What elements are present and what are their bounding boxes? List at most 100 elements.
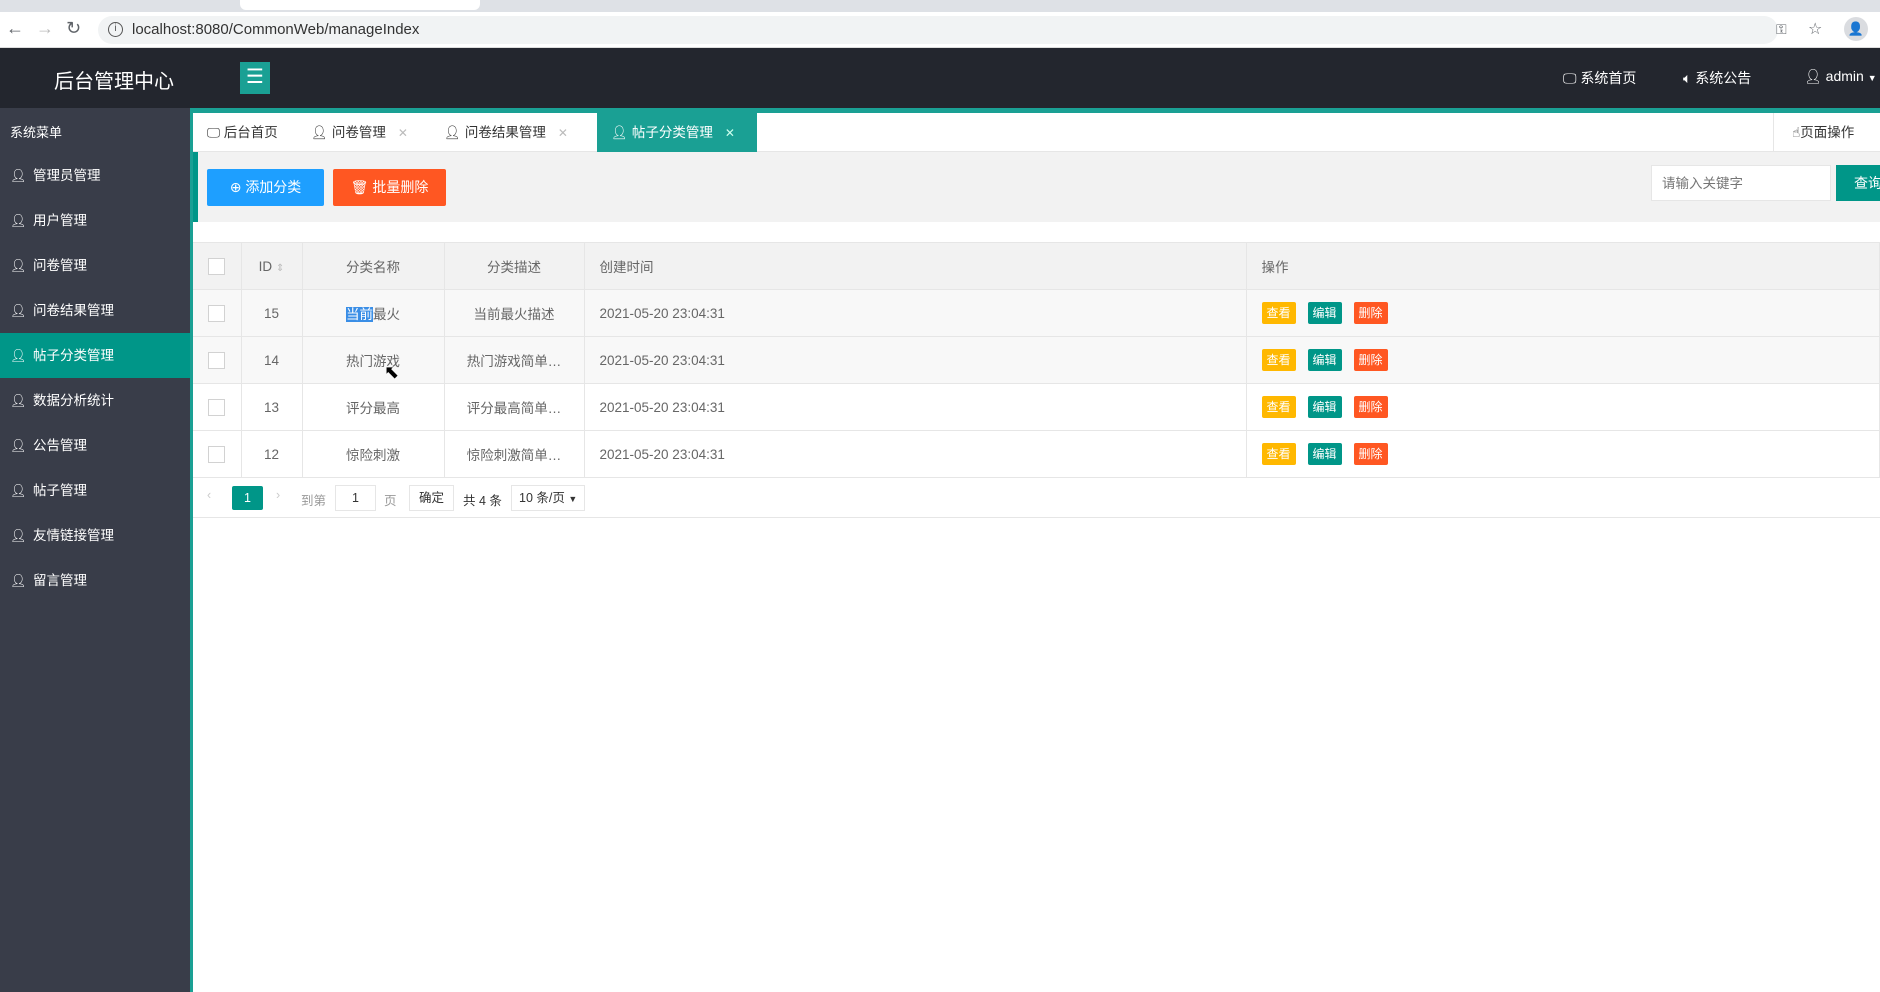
tab-post-category[interactable]: 👤︎ 帖子分类管理 ✕ bbox=[597, 113, 757, 152]
cell-actions: 查看 编辑 删除 bbox=[1246, 430, 1880, 478]
view-button[interactable]: 查看 bbox=[1261, 302, 1296, 324]
delete-button[interactable]: 删除 bbox=[1353, 443, 1388, 465]
key-icon[interactable]: ⚿ bbox=[1776, 21, 1787, 38]
table-row: 14 热门游戏 热门游戏简单… 2021-05-20 23:04:31 查看 编辑… bbox=[193, 336, 1880, 384]
app-title: 后台管理中心 bbox=[54, 71, 174, 93]
user-icon: 👤︎ bbox=[10, 573, 27, 588]
sort-icon[interactable]: ⇕ bbox=[276, 263, 284, 274]
speaker-icon: 🔈︎ bbox=[1683, 70, 1696, 86]
sidebar-item-label: 留言管理 bbox=[33, 573, 87, 588]
add-category-button[interactable]: ⊕ 添加分类 bbox=[207, 169, 324, 206]
row-checkbox[interactable] bbox=[208, 351, 226, 369]
view-button[interactable]: 查看 bbox=[1261, 349, 1296, 371]
table-header: ID ⇕ 分类名称 分类描述 创建时间 操作 bbox=[193, 242, 1880, 290]
prev-page-icon[interactable]: ‹ bbox=[207, 488, 211, 502]
cell-id: 12 bbox=[241, 430, 303, 478]
batch-delete-button[interactable]: 🗑︎ 批量删除 bbox=[333, 169, 446, 206]
cell-id: 14 bbox=[241, 336, 303, 384]
user-icon: 👤︎ bbox=[10, 213, 27, 228]
tab-label: 问卷管理 bbox=[331, 125, 386, 140]
browser-tab[interactable] bbox=[240, 0, 480, 10]
nav-system-home[interactable]: 🖵 系统首页 bbox=[1563, 68, 1636, 88]
sidebar-item[interactable]: 👤︎ 数据分析统计 bbox=[0, 378, 190, 423]
goto-page-input[interactable]: 1 bbox=[335, 485, 376, 511]
next-page-icon[interactable]: › bbox=[276, 488, 280, 502]
query-button[interactable]: 查询 bbox=[1836, 165, 1880, 201]
forward-icon[interactable]: → bbox=[36, 18, 54, 39]
close-icon[interactable]: ✕ bbox=[725, 126, 735, 140]
menu-toggle-button[interactable]: ☰ bbox=[240, 62, 270, 94]
caret-down-icon: ▼ bbox=[1867, 73, 1877, 83]
user-icon: 👤︎ bbox=[10, 483, 27, 498]
plus-circle-icon: ⊕ bbox=[229, 179, 246, 195]
page-operations-button[interactable]: ☝︎页面操作 bbox=[1773, 113, 1880, 152]
sidebar-divider bbox=[190, 108, 193, 992]
profile-icon[interactable]: 👤 bbox=[1844, 17, 1868, 41]
tab-questionnaire[interactable]: 👤︎ 问卷管理 ✕ bbox=[297, 113, 408, 152]
select-all-checkbox[interactable] bbox=[208, 257, 226, 275]
toolbar-accent bbox=[193, 152, 198, 222]
close-icon[interactable]: ✕ bbox=[558, 126, 568, 140]
back-icon[interactable]: ← bbox=[6, 18, 24, 39]
close-icon[interactable]: ✕ bbox=[398, 126, 408, 140]
sidebar-item[interactable]: 👤︎ 用户管理 bbox=[0, 198, 190, 243]
delete-button[interactable]: 删除 bbox=[1353, 302, 1388, 324]
row-checkbox[interactable] bbox=[208, 445, 226, 463]
view-button[interactable]: 查看 bbox=[1261, 396, 1296, 418]
button-label: 批量删除 bbox=[372, 179, 429, 195]
nav-announcement[interactable]: 🔈︎ 系统公告 bbox=[1683, 68, 1751, 88]
row-checkbox[interactable] bbox=[208, 304, 226, 322]
sidebar-item[interactable]: 👤︎ 公告管理 bbox=[0, 423, 190, 468]
sidebar-item[interactable]: 👤︎ 友情链接管理 bbox=[0, 513, 190, 558]
user-icon: 👤︎ bbox=[311, 125, 332, 140]
view-button[interactable]: 查看 bbox=[1261, 443, 1296, 465]
sidebar-item[interactable]: 👤︎ 帖子管理 bbox=[0, 468, 190, 513]
reload-icon[interactable]: ↻ bbox=[66, 18, 81, 39]
info-icon[interactable]: i bbox=[108, 22, 123, 37]
col-created: 创建时间 bbox=[584, 242, 1247, 290]
cell-actions: 查看 编辑 删除 bbox=[1246, 383, 1880, 431]
url-text: localhost:8080/CommonWeb/manageIndex bbox=[132, 21, 420, 38]
col-id[interactable]: ID ⇕ bbox=[241, 242, 303, 290]
tab-home[interactable]: 🖵 后台首页 bbox=[193, 113, 289, 152]
sidebar-item-label: 帖子分类管理 bbox=[33, 348, 114, 363]
sidebar-item[interactable]: 👤︎ 帖子分类管理 bbox=[0, 333, 190, 378]
edit-button[interactable]: 编辑 bbox=[1307, 443, 1342, 465]
edit-button[interactable]: 编辑 bbox=[1307, 396, 1342, 418]
user-icon: 👤︎ bbox=[10, 258, 27, 273]
row-checkbox[interactable] bbox=[208, 398, 226, 416]
tab-label: 后台首页 bbox=[223, 125, 278, 140]
nav-user-menu[interactable]: 👤︎ admin ▼ bbox=[1804, 68, 1877, 85]
address-bar[interactable]: i localhost:8080/CommonWeb/manageIndex bbox=[98, 16, 1778, 44]
sidebar-item[interactable]: 👤︎ 问卷结果管理 bbox=[0, 288, 190, 333]
sidebar-item[interactable]: 👤︎ 管理员管理 bbox=[0, 153, 190, 198]
name-text: 评分最高 bbox=[346, 401, 400, 416]
delete-button[interactable]: 删除 bbox=[1353, 396, 1388, 418]
sidebar-item-label: 管理员管理 bbox=[33, 168, 101, 183]
trash-icon: 🗑︎ bbox=[350, 179, 373, 195]
tab-questionnaire-results[interactable]: 👤︎ 问卷结果管理 ✕ bbox=[430, 113, 568, 152]
delete-button[interactable]: 删除 bbox=[1353, 349, 1388, 371]
sidebar-item[interactable]: 👤︎ 问卷管理 bbox=[0, 243, 190, 288]
total-count: 共 4 条 bbox=[463, 494, 502, 508]
cell-created: 2021-05-20 23:04:31 bbox=[584, 289, 1247, 337]
edit-button[interactable]: 编辑 bbox=[1307, 302, 1342, 324]
user-icon: 👤︎ bbox=[1804, 68, 1826, 84]
row-select-cell bbox=[193, 430, 242, 478]
chevron-down-icon: ▼ bbox=[568, 494, 578, 504]
search-input[interactable] bbox=[1651, 165, 1831, 201]
star-icon[interactable]: ☆ bbox=[1808, 19, 1822, 39]
cell-created: 2021-05-20 23:04:31 bbox=[584, 383, 1247, 431]
sidebar-item-label: 友情链接管理 bbox=[33, 528, 114, 543]
sidebar-item-label: 数据分析统计 bbox=[33, 393, 114, 408]
sidebar-item[interactable]: 👤︎ 留言管理 bbox=[0, 558, 190, 603]
monitor-icon: 🖵 bbox=[1563, 70, 1581, 86]
table-row: 15 当前最火 当前最火描述 2021-05-20 23:04:31 查看 编辑删… bbox=[193, 289, 1880, 337]
page-size-select[interactable]: 10 条/页 ▼ bbox=[511, 485, 585, 511]
cell-created: 2021-05-20 23:04:31 bbox=[584, 430, 1247, 478]
sidebar-item-label: 帖子管理 bbox=[33, 483, 87, 498]
goto-confirm-button[interactable]: 确定 bbox=[409, 485, 454, 511]
page-1-button[interactable]: 1 bbox=[232, 486, 263, 510]
user-icon: 👤︎ bbox=[10, 348, 27, 363]
edit-button[interactable]: 编辑 bbox=[1307, 349, 1342, 371]
